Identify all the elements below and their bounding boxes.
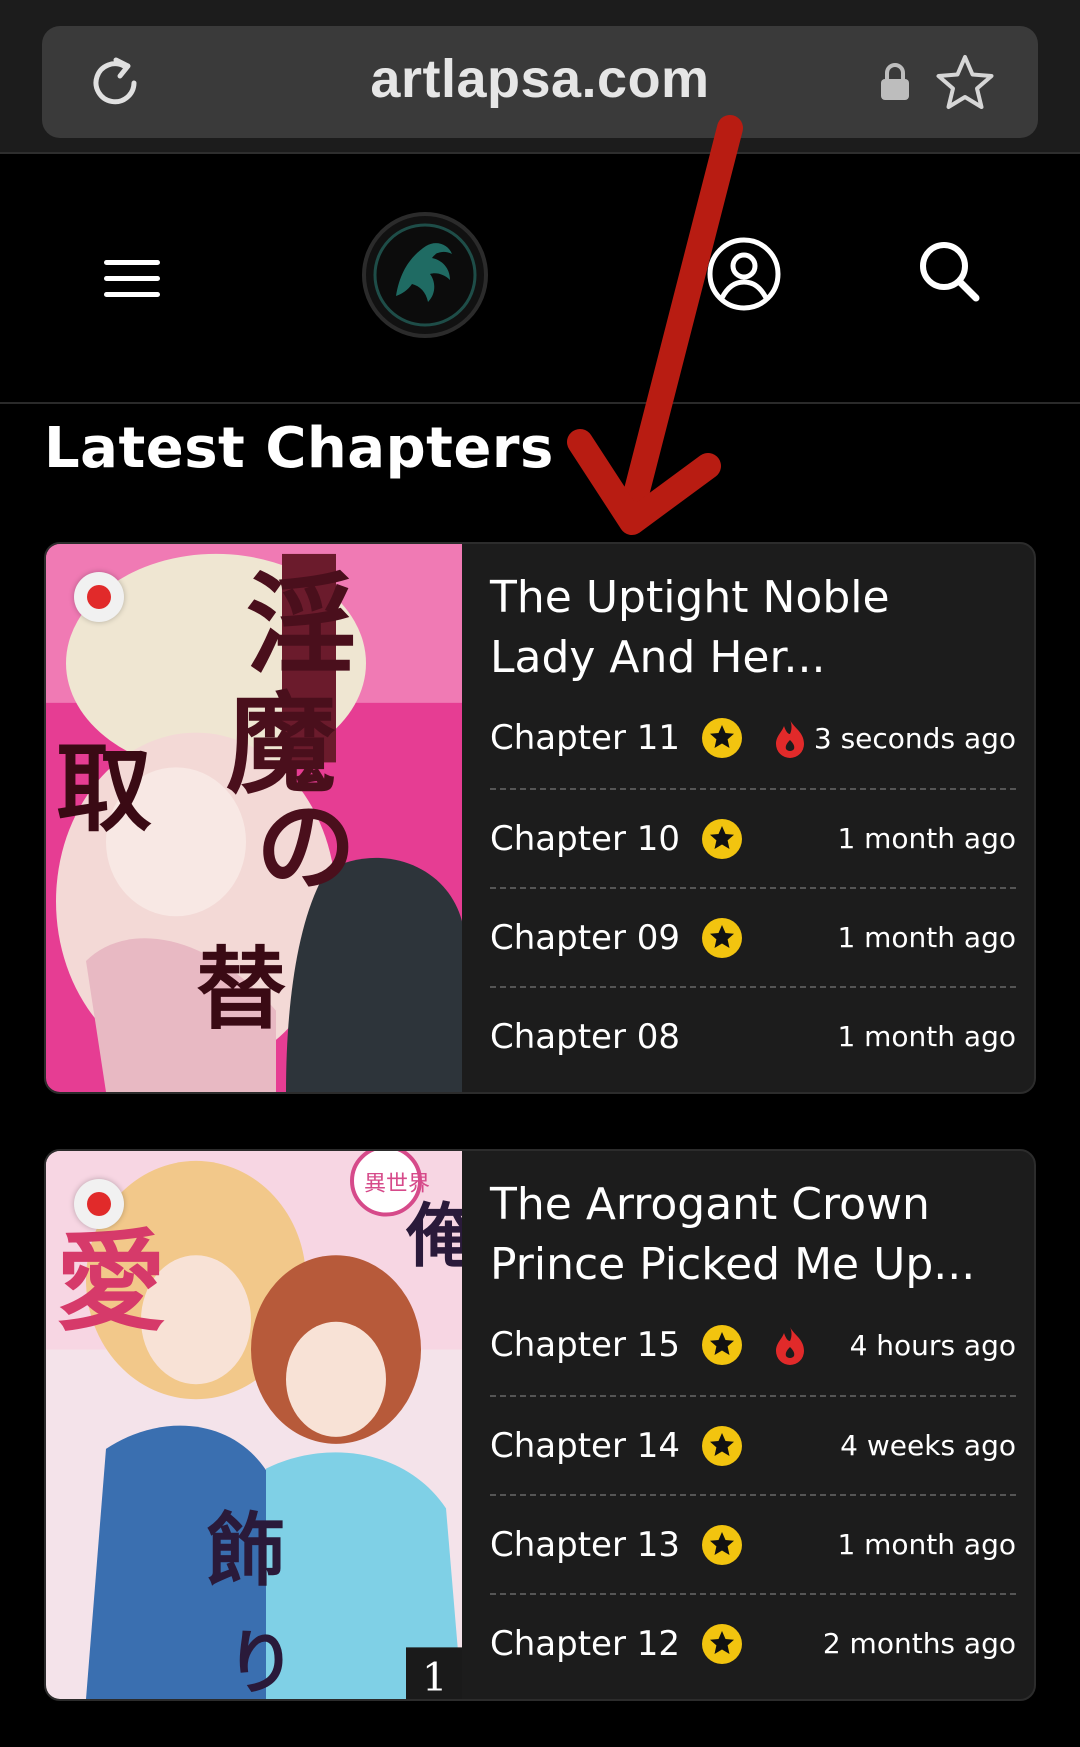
- svg-text:異世界: 異世界: [364, 1172, 430, 1197]
- chapter-row[interactable]: Chapter 12 2 months ago: [490, 1593, 1016, 1692]
- chapter-label[interactable]: Chapter 14: [490, 1426, 680, 1466]
- series-card[interactable]: 淫 魔 取 の 替 The Uptight Noble Lady And Her…: [44, 542, 1036, 1094]
- star-badge-icon: [702, 1623, 743, 1664]
- svg-text:俺: 俺: [405, 1196, 462, 1277]
- star-badge-icon: [702, 1425, 743, 1466]
- series-cover-image[interactable]: 異世界 俺 愛 飾 り 1: [46, 1151, 462, 1699]
- svg-text:の: の: [256, 789, 356, 906]
- series-info: The Arrogant Crown Prince Picked Me Up..…: [490, 1151, 1016, 1699]
- star-badge-icon: [702, 818, 743, 859]
- svg-text:飾: 飾: [206, 1503, 286, 1597]
- chapter-time: 1 month ago: [837, 921, 1016, 954]
- star-badge-icon: [702, 917, 743, 958]
- fire-icon: [776, 1327, 805, 1365]
- chapter-label[interactable]: Chapter 15: [490, 1325, 680, 1365]
- series-card[interactable]: 異世界 俺 愛 飾 り 1 The Arrogant Crown Prince …: [44, 1149, 1036, 1701]
- series-title[interactable]: The Uptight Noble Lady And Her...: [490, 568, 1016, 688]
- chapter-row[interactable]: Chapter 10 1 month ago: [490, 788, 1016, 887]
- svg-text:り: り: [226, 1623, 296, 1699]
- series-cover-image[interactable]: 淫 魔 取 の 替: [46, 544, 462, 1092]
- chapter-label[interactable]: Chapter 13: [490, 1525, 680, 1565]
- chapter-time: 4 weeks ago: [840, 1429, 1016, 1462]
- chapter-time: 1 month ago: [837, 822, 1016, 855]
- chapter-row[interactable]: Chapter 09 1 month ago: [490, 887, 1016, 986]
- star-badge-icon: [702, 718, 743, 758]
- svg-text:替: 替: [196, 938, 286, 1043]
- chapter-label[interactable]: Chapter 09: [490, 918, 680, 958]
- address-bar[interactable]: artlapsa.com: [42, 26, 1038, 138]
- logo-emblem-icon: [373, 223, 477, 327]
- browser-toolbar: artlapsa.com: [0, 0, 1080, 154]
- chapter-row[interactable]: Chapter 14 4 weeks ago: [490, 1395, 1016, 1494]
- svg-text:取: 取: [56, 732, 152, 845]
- user-profile-icon[interactable]: [706, 236, 782, 312]
- chapter-row[interactable]: Chapter 13 1 month ago: [490, 1494, 1016, 1593]
- chapter-time: 1 month ago: [837, 1020, 1016, 1053]
- chapter-time: 1 month ago: [837, 1528, 1016, 1561]
- chapter-label[interactable]: Chapter 12: [490, 1624, 680, 1664]
- chapter-row[interactable]: Chapter 15 4 hours ago: [490, 1295, 1016, 1395]
- svg-text:淫: 淫: [246, 561, 356, 690]
- chapter-time: 2 months ago: [822, 1627, 1016, 1660]
- series-info: The Uptight Noble Lady And Her... Chapte…: [490, 544, 1016, 1092]
- chapter-label[interactable]: Chapter 11: [490, 718, 680, 758]
- chapter-row[interactable]: Chapter 11 3 seconds ago: [490, 688, 1016, 788]
- site-logo[interactable]: [362, 212, 488, 338]
- svg-text:1: 1: [422, 1655, 447, 1699]
- fire-icon: [776, 720, 805, 758]
- search-icon[interactable]: [916, 238, 982, 304]
- star-badge-icon: [702, 1325, 743, 1365]
- series-title[interactable]: The Arrogant Crown Prince Picked Me Up..…: [490, 1175, 1016, 1295]
- bookmark-star-icon[interactable]: [934, 53, 996, 113]
- site-header: [0, 154, 1080, 404]
- new-indicator-icon: [74, 1179, 124, 1229]
- hamburger-menu-icon[interactable]: [104, 258, 160, 300]
- star-badge-icon: [702, 1524, 743, 1565]
- lock-icon: [881, 63, 909, 100]
- chapter-time: 3 seconds ago: [813, 721, 1016, 755]
- chapter-label[interactable]: Chapter 08: [490, 1017, 680, 1057]
- section-title: Latest Chapters: [44, 416, 554, 481]
- chapter-row[interactable]: Chapter 08 1 month ago: [490, 986, 1016, 1085]
- chapter-time: 4 hours ago: [849, 1328, 1016, 1362]
- chapter-label[interactable]: Chapter 10: [490, 819, 680, 859]
- svg-text:愛: 愛: [56, 1217, 166, 1346]
- new-indicator-icon: [74, 572, 124, 622]
